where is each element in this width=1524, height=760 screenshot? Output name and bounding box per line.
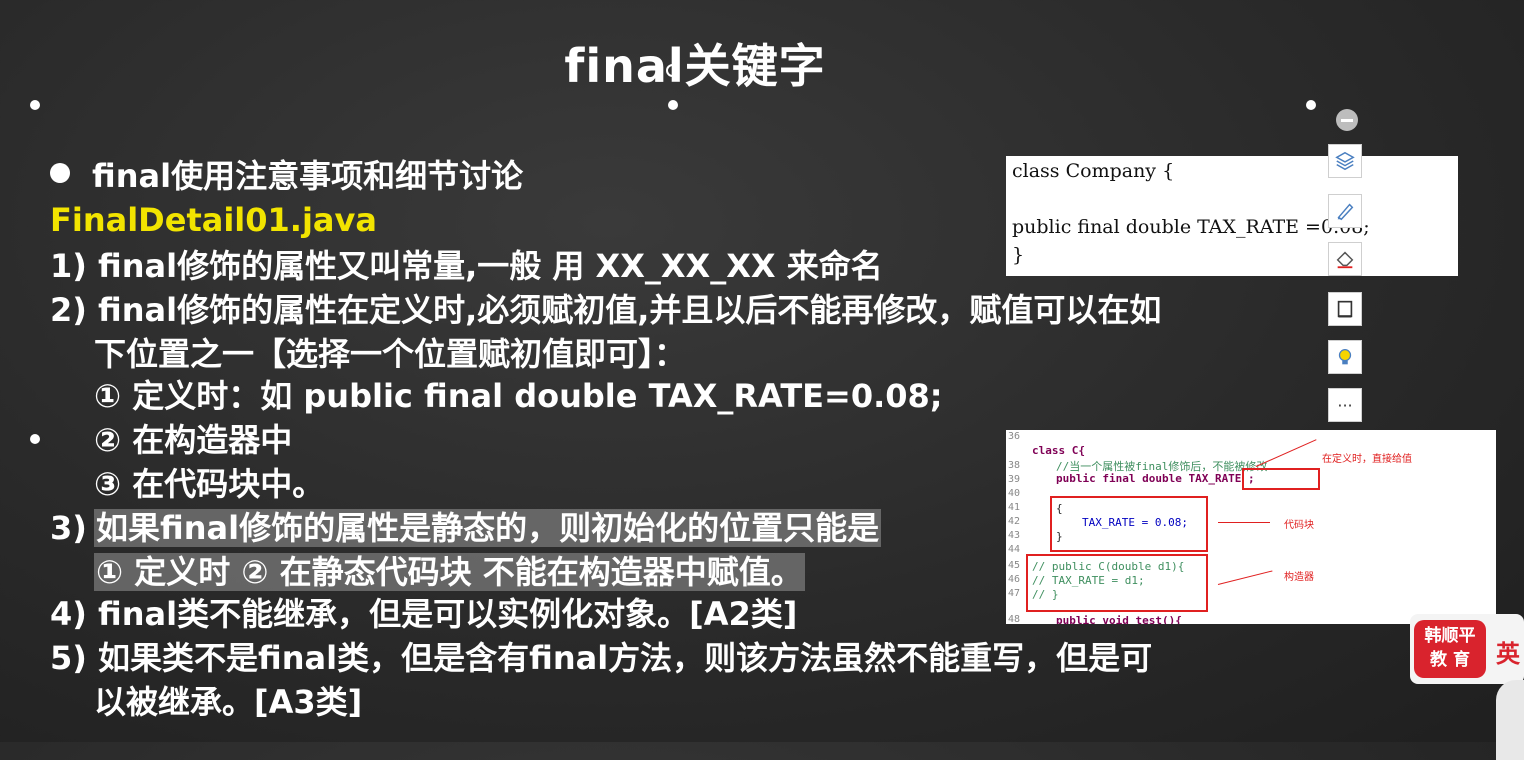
lightbulb-icon[interactable] [1328, 340, 1362, 374]
rule-3-cont: ① 定义时 ② 在静态代码块 不能在构造器中赋值。 [94, 553, 805, 591]
line-number: 41 [1008, 502, 1021, 513]
line-number: 36 [1008, 431, 1021, 442]
selection-handle[interactable] [30, 434, 40, 444]
brand-logo: 韩顺平 教 育 英 [1410, 614, 1524, 684]
frame-icon[interactable] [1328, 292, 1362, 326]
logo-text: 韩顺平 [1424, 626, 1476, 646]
line-number: 45 [1008, 560, 1021, 571]
minus-icon[interactable] [1336, 109, 1358, 131]
rule-2-option-1: ① 定义时：如 public final double TAX_RATE=0.0… [94, 377, 943, 415]
line-number: 46 [1008, 574, 1021, 585]
layers-icon[interactable] [1328, 144, 1362, 178]
rule-1: 1) final修饰的属性又叫常量,一般 用 XX_XX_XX 来命名 [50, 247, 883, 285]
line-number: 38 [1008, 460, 1021, 471]
bullet-heading: final使用注意事项和细节讨论 [50, 154, 523, 198]
rule-2: 2) final修饰的属性在定义时,必须赋初值,并且以后不能再修改，赋值可以在如 [50, 291, 1162, 329]
code-line: } [1012, 244, 1025, 266]
highlight-box [1050, 496, 1208, 552]
more-icon[interactable]: ··· [1328, 388, 1362, 422]
selection-handle[interactable] [30, 100, 40, 110]
code-line: class Company { [1012, 160, 1175, 182]
annotation-label: 代码块 [1284, 520, 1314, 531]
code-line: class C{ [1032, 444, 1085, 457]
rule-4: 4) final类不能继承，但是可以实例化对象。[A2类] [50, 595, 798, 633]
rule-2-cont: 下位置之一【选择一个位置赋初值即可】： [94, 335, 687, 373]
annotation-arrow [1217, 570, 1273, 585]
rotate-handle[interactable] [666, 64, 679, 77]
ide-screenshot: 36 38 39 40 41 42 43 44 45 46 47 48 clas… [1006, 430, 1496, 624]
rule-2-option-2: ② 在构造器中 [94, 421, 293, 459]
line-number: 44 [1008, 544, 1021, 555]
line-number: 40 [1008, 488, 1021, 499]
rule-3: 如果final修饰的属性是静态的，则初始化的位置只能是 [94, 509, 882, 547]
logo-text: 教 育 [1430, 650, 1470, 670]
rule-2-option-3: ③ 在代码块中。 [94, 465, 325, 503]
selection-handle[interactable] [1306, 100, 1316, 110]
annotation-arrow [1218, 522, 1270, 523]
highlight-box [1242, 468, 1320, 490]
corner-widget [1496, 680, 1524, 760]
annotation-arrow [1255, 439, 1317, 467]
bullet-dot-icon [50, 163, 70, 183]
rule-5: 5) 如果类不是final类，但是含有final方法，则该方法虽然不能重写，但是… [50, 639, 1153, 677]
selection-handle[interactable] [668, 100, 678, 110]
eraser-icon[interactable] [1328, 242, 1362, 276]
logo-badge: 韩顺平 教 育 [1414, 620, 1486, 678]
line-number: 43 [1008, 530, 1021, 541]
code-snippet: class Company { public final double TAX_… [1006, 156, 1458, 276]
annotation-label: 在定义时，直接给值 [1322, 454, 1412, 465]
code-line: public void test(){ [1056, 614, 1182, 624]
pen-icon[interactable] [1328, 194, 1362, 228]
line-number: 42 [1008, 516, 1021, 527]
filename: FinalDetail01.java [50, 201, 377, 239]
slide-title: final关键字 [564, 39, 826, 93]
rule-3-num: 3) [50, 509, 87, 547]
annotation-label: 构造器 [1284, 572, 1314, 583]
code-line: public final double TAX_RATE =0.08; [1012, 216, 1370, 238]
line-number: 48 [1008, 614, 1021, 624]
rule-5-cont: 以被继承。[A3类] [94, 683, 363, 721]
language-toggle[interactable]: 英 [1496, 634, 1520, 669]
line-number: 47 [1008, 588, 1021, 599]
highlight-box [1026, 554, 1208, 612]
code-line: public final double TAX_RATE ; [1056, 472, 1255, 485]
line-number: 39 [1008, 474, 1021, 485]
